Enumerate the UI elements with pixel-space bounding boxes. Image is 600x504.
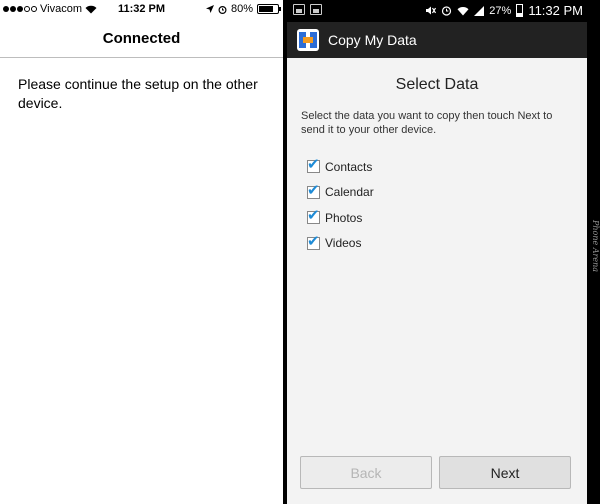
setup-message: Please continue the setup on the other d… [18,76,258,111]
watermark-text: Phone Arena [591,220,600,273]
instructions-text: Select the data you want to copy then to… [301,110,553,136]
option-label: Calendar [325,185,374,200]
ios-status-right: 80% [205,3,281,15]
checkmark-icon: ✔ [307,181,320,199]
watermark: Phone Arena [587,0,600,504]
photos-checkbox[interactable]: ✔ [307,207,320,225]
android-battery-percent: 27% [489,4,512,17]
ios-battery-percent: 80% [230,3,253,15]
option-label: Contacts [325,159,373,174]
location-arrow-icon [205,5,214,13]
option-photos[interactable]: ✔ Photos [307,205,374,231]
app-title: Copy My Data [328,32,417,48]
ios-nav-bar: Connected [0,20,283,58]
back-button[interactable]: Back [300,456,432,489]
option-label: Videos [325,236,362,251]
android-screen: 27% 11:32 PM Copy My Data Select Data Se… [287,0,587,504]
mute-icon [426,6,437,15]
alarm-clock-icon [442,6,452,16]
checkmark-icon: ✔ [307,156,320,174]
app-bar: Copy My Data [287,22,587,58]
videos-checkbox[interactable]: ✔ [307,232,320,250]
ios-status-bar: Vivacom 11:32 PM 80% [0,0,283,20]
image-notification-icon [293,4,305,15]
option-videos[interactable]: ✔ Videos [307,231,374,257]
android-status-right: 27% 11:32 PM [425,3,583,18]
select-data-heading: Select Data [395,76,479,93]
data-options-list: ✔ Contacts ✔ Calendar ✔ Photos ✔ Videos [307,154,374,256]
calendar-checkbox[interactable]: ✔ [307,181,320,199]
battery-icon [257,4,281,14]
android-battery-icon [516,4,524,17]
gmail-notification-icon [310,4,322,15]
option-contacts[interactable]: ✔ Contacts [307,154,374,180]
copy-my-data-app-icon [297,29,319,51]
cellular-signal-icon [474,5,485,16]
android-status-bar: 27% 11:32 PM [287,0,587,22]
checkmark-icon: ✔ [307,232,320,250]
checkmark-icon: ✔ [307,207,320,225]
option-calendar[interactable]: ✔ Calendar [307,180,374,206]
select-data-content: Select Data Select the data you want to … [287,58,587,504]
notification-icons [293,4,322,15]
ios-screen: Vivacom 11:32 PM 80% Connected Please co… [0,0,283,504]
page-title: Connected [102,30,181,47]
alarm-icon [218,5,227,14]
next-button[interactable]: Next [439,456,571,489]
contacts-checkbox[interactable]: ✔ [307,156,320,174]
wifi-signal-icon [457,6,469,15]
option-label: Photos [325,210,363,225]
android-time: 11:32 PM [528,3,583,18]
